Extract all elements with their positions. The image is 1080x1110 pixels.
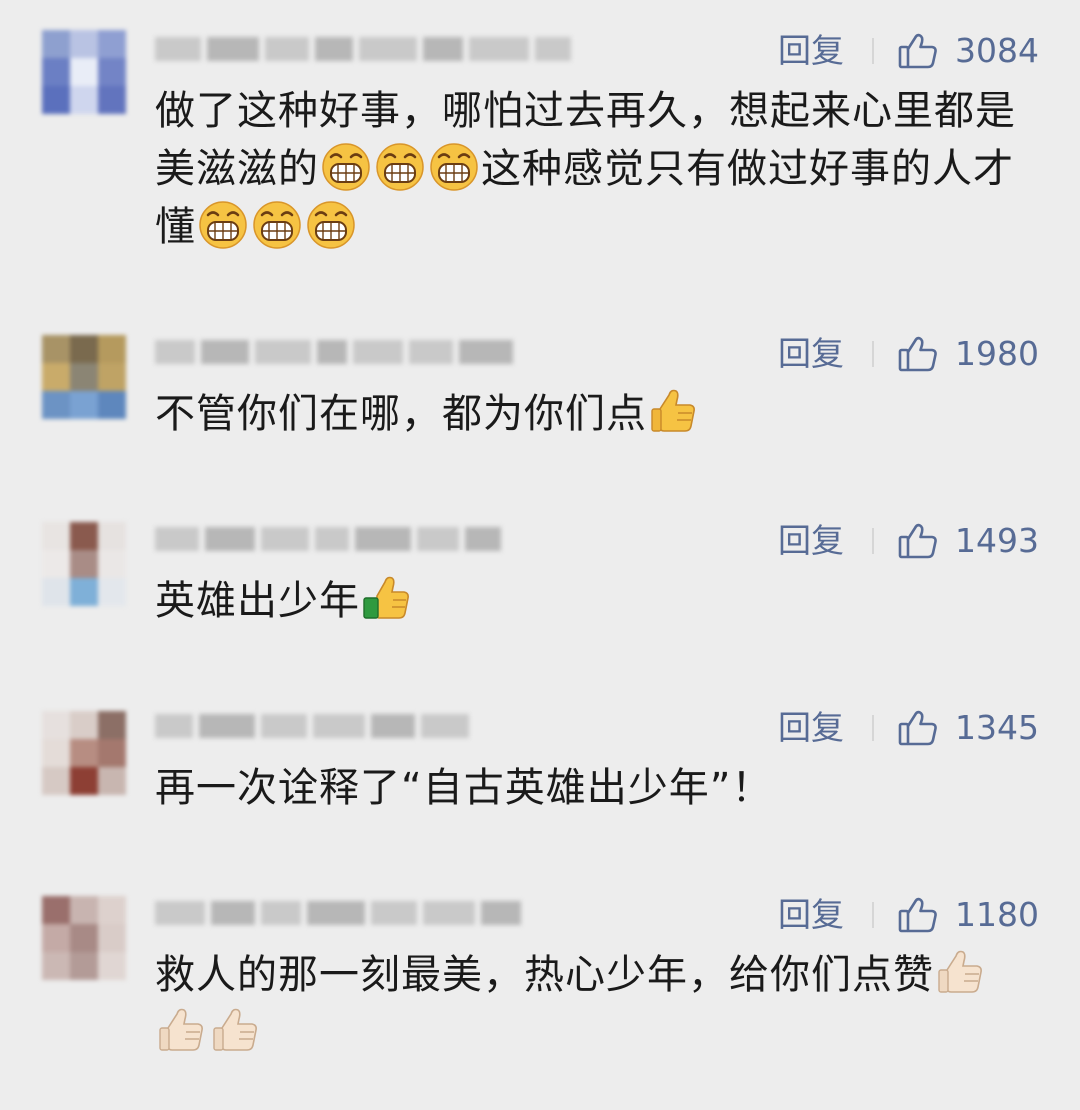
divider — [872, 38, 874, 64]
like-count: 1493 — [955, 521, 1039, 560]
comment-text-segment: 救人的那一刻最美，热心少年，给你们点赞 — [155, 952, 934, 998]
thumbs-up-light-emoji-icon — [156, 1004, 208, 1056]
avatar[interactable] — [42, 335, 126, 419]
username[interactable] — [155, 524, 501, 554]
divider — [872, 902, 874, 928]
like-count: 1180 — [955, 895, 1039, 934]
grin-emoji-icon — [251, 198, 303, 250]
thumbs-up-light-emoji-icon — [935, 946, 987, 998]
like-icon[interactable] — [898, 522, 938, 560]
reply-button[interactable]: 回复 — [778, 333, 844, 375]
comment-text: 救人的那一刻最美，热心少年，给你们点赞 — [155, 946, 1035, 1062]
reply-button[interactable]: 回复 — [778, 520, 844, 562]
reply-button[interactable]: 回复 — [778, 707, 844, 749]
username[interactable] — [155, 711, 469, 741]
avatar[interactable] — [42, 522, 126, 606]
grin-emoji-icon — [320, 140, 372, 192]
like-icon[interactable] — [898, 896, 938, 934]
divider — [872, 715, 874, 741]
username[interactable] — [155, 34, 571, 64]
divider — [872, 528, 874, 554]
like-icon[interactable] — [898, 32, 938, 70]
thumbs-up-cuff-emoji-icon — [361, 572, 413, 624]
like-icon[interactable] — [898, 709, 938, 747]
like-icon[interactable] — [898, 335, 938, 373]
avatar[interactable] — [42, 30, 126, 114]
comment-text-segment: 英雄出少年 — [155, 578, 360, 624]
thumbs-up-light-emoji-icon — [210, 1004, 262, 1056]
avatar[interactable] — [42, 896, 126, 980]
divider — [872, 341, 874, 367]
like-count: 1345 — [955, 708, 1039, 747]
reply-button[interactable]: 回复 — [778, 894, 844, 936]
like-count: 3084 — [955, 31, 1039, 70]
grin-emoji-icon — [374, 140, 426, 192]
grin-emoji-icon — [305, 198, 357, 250]
reply-button[interactable]: 回复 — [778, 30, 844, 72]
comment-text: 英雄出少年 — [155, 572, 1035, 630]
username[interactable] — [155, 898, 521, 928]
comment-text-segment: 再一次诠释了“自古英雄出少年”！ — [155, 765, 773, 811]
comment-text-segment: 不管你们在哪，都为你们点 — [155, 391, 647, 437]
comment-text: 再一次诠释了“自古英雄出少年”！ — [155, 759, 1035, 817]
username[interactable] — [155, 337, 513, 367]
avatar[interactable] — [42, 711, 126, 795]
grin-emoji-icon — [197, 198, 249, 250]
comment-text: 不管你们在哪，都为你们点 — [155, 385, 1035, 443]
comment-text: 做了这种好事，哪怕过去再久，想起来心里都是美滋滋的 这种感觉只有做过好事的人才懂 — [155, 82, 1035, 256]
grin-emoji-icon — [428, 140, 480, 192]
comment-list: 回复 3084 做了这种好事，哪怕过去再久，想起来心里都是美滋滋的 这种感觉只有做… — [0, 0, 1080, 1110]
thumbs-up-yellow-emoji-icon — [648, 385, 700, 437]
like-count: 1980 — [955, 334, 1039, 373]
